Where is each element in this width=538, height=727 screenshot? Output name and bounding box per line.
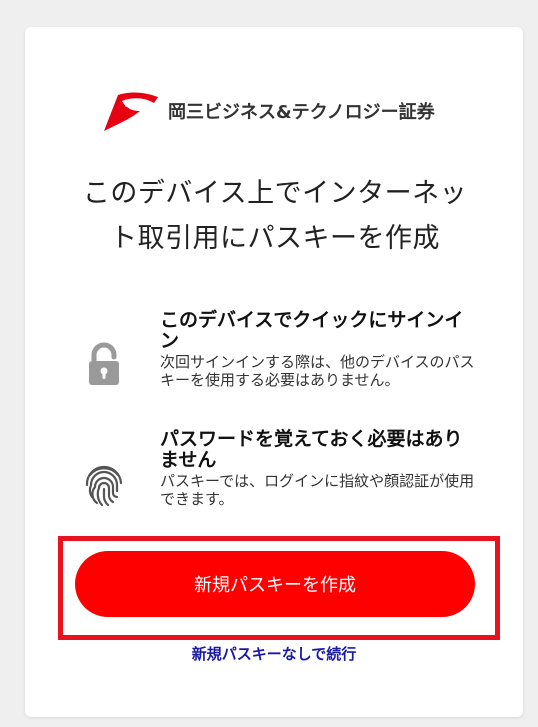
brand-name: 岡三ビジネス&テクノロジー証券 — [168, 102, 435, 123]
brand-logo: 岡三ビジネス&テクノロジー証券 — [100, 89, 435, 133]
create-passkey-button[interactable]: 新規パスキーを作成 — [75, 551, 475, 617]
continue-without-passkey-link[interactable]: 新規パスキーなしで続行 — [25, 643, 523, 664]
page-title: このデバイス上でインターネット取引用にパスキーを作成 — [82, 178, 468, 254]
okasan-wing-logo-icon — [104, 92, 158, 131]
feature-no-password: パスワードを覚えておく必要はありません パスキーでは、ログインに指紋や顔認証が使… — [80, 429, 480, 539]
feature-quick-signin: このデバイスでクイックにサインイン 次回サインインする際は、他のデバイスのパスキ… — [80, 310, 480, 420]
feature-text: このデバイスでクイックにサインイン 次回サインインする際は、他のデバイスのパスキ… — [160, 309, 480, 390]
feature-title: パスワードを覚えておく必要はありません — [160, 428, 463, 471]
lock-icon — [89, 342, 119, 385]
feature-description: 次回サインインする際は、他のデバイスのパスキーを使用する必要はありません。 — [160, 353, 475, 389]
fingerprint-icon — [85, 465, 123, 507]
feature-description: パスキーでは、ログインに指紋や顔認証が使用できます。 — [160, 472, 475, 508]
feature-text: パスワードを覚えておく必要はありません パスキーでは、ログインに指紋や顔認証が使… — [160, 428, 480, 509]
feature-title: このデバイスでクイックにサインイン — [160, 309, 464, 352]
passkey-card: 岡三ビジネス&テクノロジー証券 このデバイス上でインターネット取引用にパスキーを… — [25, 27, 523, 717]
